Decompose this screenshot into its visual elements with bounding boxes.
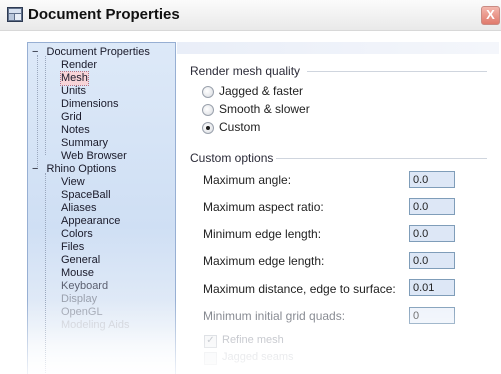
tree-item-render[interactable]: Render [61, 59, 97, 72]
tree-item-grid[interactable]: Grid [61, 111, 82, 124]
panel-header-strip [177, 42, 499, 54]
tree-item-aliases[interactable]: Aliases [61, 202, 96, 215]
tree-item-files[interactable]: Files [61, 241, 84, 254]
tree-expander-rhino-options[interactable]: − [32, 163, 38, 175]
tree-item-mouse[interactable]: Mouse [61, 267, 94, 280]
tree-item-summary[interactable]: Summary [61, 137, 108, 150]
maximum-aspect-ratio-label: Maximum aspect ratio: [203, 200, 324, 214]
maximum-distance-label: Maximum distance, edge to surface: [203, 282, 396, 296]
tree-connector-line [37, 55, 38, 167]
maximum-angle-field[interactable]: 0.0 [409, 171, 455, 188]
tree-item-general[interactable]: General [61, 254, 100, 267]
radio-custom[interactable] [202, 122, 214, 134]
group-divider [276, 158, 487, 159]
tree-expander-document-properties[interactable]: − [32, 46, 38, 58]
tree-item-keyboard[interactable]: Keyboard [61, 280, 108, 293]
minimum-initial-grid-quads-label: Minimum initial grid quads: [203, 309, 346, 323]
jagged-seams-label[interactable]: Jagged seams [222, 351, 294, 363]
tree-connector-line [45, 173, 46, 373]
tree-group-label: Rhino Options [46, 163, 117, 175]
maximum-edge-length-label: Maximum edge length: [203, 254, 325, 268]
tree-group-label: Document Properties [46, 46, 150, 58]
tree-group-rhino-options[interactable]: − Rhino Options [32, 163, 116, 176]
tree-item-view[interactable]: View [61, 176, 85, 189]
window-title: Document Properties [28, 6, 180, 23]
document-properties-window: Document Properties X − Document Propert… [0, 0, 501, 374]
render-mesh-quality-heading: Render mesh quality [190, 64, 301, 78]
tree-item-modeling-aids[interactable]: Modeling Aids [61, 319, 130, 332]
maximum-aspect-ratio-field[interactable]: 0.0 [409, 198, 455, 215]
rhino-document-icon [7, 7, 23, 22]
minimum-edge-length-label: Minimum edge length: [203, 227, 322, 241]
maximum-angle-label: Maximum angle: [203, 173, 292, 187]
radio-label-custom[interactable]: Custom [219, 120, 260, 134]
close-icon[interactable]: X [481, 6, 500, 25]
tree-item-mesh[interactable]: Mesh [60, 71, 89, 86]
tree-item-colors[interactable]: Colors [61, 228, 93, 241]
refine-mesh-checkbox[interactable]: ✓ [204, 335, 217, 348]
maximum-distance-field[interactable]: 0.01 [409, 279, 455, 296]
title-bar: Document Properties X [0, 0, 501, 31]
tree-item-appearance[interactable]: Appearance [61, 215, 120, 228]
tree-item-dimensions[interactable]: Dimensions [61, 98, 118, 111]
tree-item-display[interactable]: Display [61, 293, 97, 306]
custom-options-heading: Custom options [190, 151, 274, 165]
refine-mesh-label[interactable]: Refine mesh [222, 334, 284, 346]
radio-smooth-slower[interactable] [202, 104, 214, 116]
tree-item-web-browser[interactable]: Web Browser [61, 150, 127, 163]
tree-item-notes[interactable]: Notes [61, 124, 90, 137]
minimum-edge-length-field[interactable]: 0.0 [409, 225, 455, 242]
group-divider [307, 71, 487, 72]
options-tree[interactable]: − Document Properties Render Mesh Units … [27, 42, 176, 374]
tree-item-spaceball[interactable]: SpaceBall [61, 189, 111, 202]
tree-item-opengl[interactable]: OpenGL [61, 306, 103, 319]
radio-label-smooth-slower[interactable]: Smooth & slower [219, 102, 310, 116]
tree-group-document-properties[interactable]: − Document Properties [32, 46, 150, 59]
radio-label-jagged-faster[interactable]: Jagged & faster [219, 84, 303, 98]
maximum-edge-length-field[interactable]: 0.0 [409, 252, 455, 269]
tree-connector-line [45, 56, 46, 155]
minimum-initial-grid-quads-field[interactable]: 0 [409, 307, 455, 324]
dialog-body: − Document Properties Render Mesh Units … [0, 31, 501, 374]
tree-item-units[interactable]: Units [61, 85, 86, 98]
radio-jagged-faster[interactable] [202, 86, 214, 98]
jagged-seams-checkbox[interactable] [204, 352, 217, 365]
